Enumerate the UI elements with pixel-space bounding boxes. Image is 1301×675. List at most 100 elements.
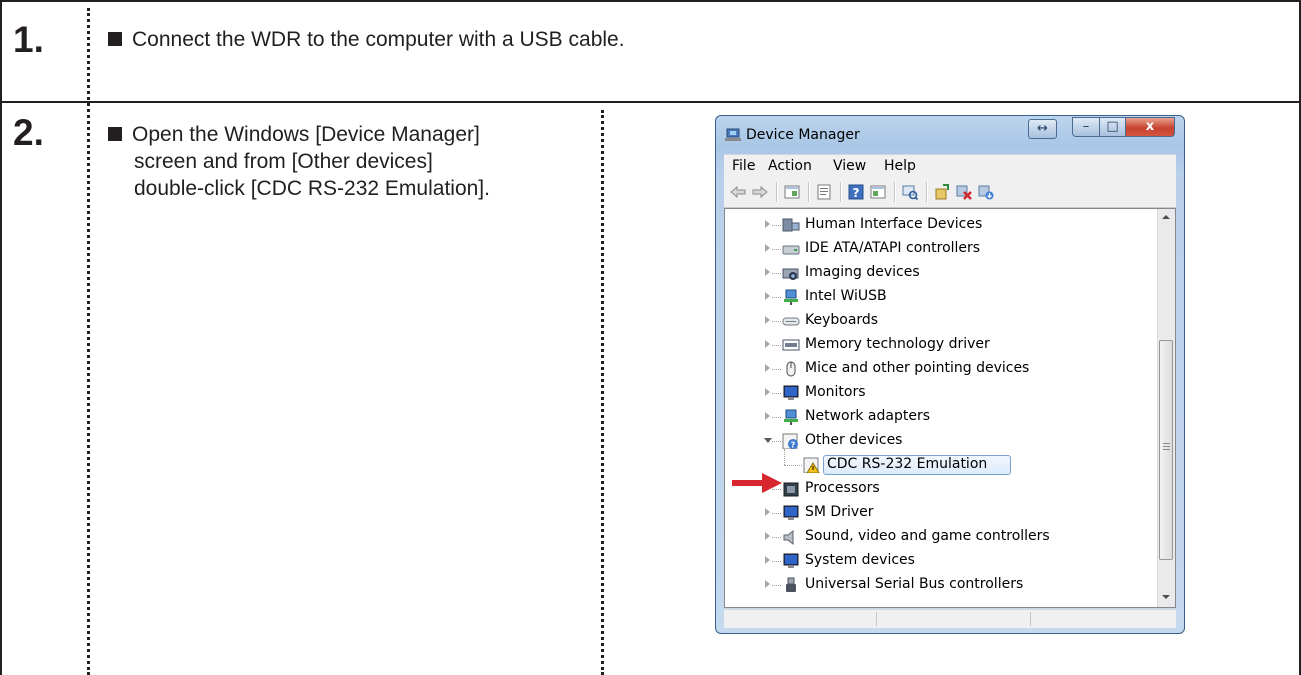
menu-action[interactable]: Action <box>768 158 812 174</box>
menu-help[interactable]: Help <box>884 158 916 174</box>
show-hide-tree-icon[interactable] <box>784 184 800 200</box>
scroll-thumb[interactable] <box>1159 340 1173 560</box>
network-icon <box>784 409 798 425</box>
tree-item-label: Network adapters <box>805 408 930 424</box>
tree-item-label: SM Driver <box>805 504 874 520</box>
tree-connector <box>772 393 781 394</box>
menu-view[interactable]: View <box>833 158 866 174</box>
scroll-down-icon[interactable] <box>1162 595 1170 599</box>
tree-item-label: System devices <box>805 552 915 568</box>
status-bar <box>724 609 1176 628</box>
monitor-icon <box>783 553 799 568</box>
tree-item-label: Human Interface Devices <box>805 216 983 232</box>
minimize-button[interactable]: – <box>1072 117 1100 137</box>
tree-item[interactable]: Network adapters <box>725 405 1145 429</box>
tree-item[interactable]: Mice and other pointing devices <box>725 357 1145 381</box>
tree-item[interactable]: Keyboards <box>725 309 1145 333</box>
unknown-device-icon: ? <box>782 433 798 449</box>
expand-icon[interactable] <box>765 220 770 228</box>
tree-item[interactable]: Sound, video and game controllers <box>725 525 1145 549</box>
tree-item[interactable]: Human Interface Devices <box>725 213 1145 237</box>
tree-item[interactable]: Memory technology driver <box>725 333 1145 357</box>
ide-icon <box>782 245 800 255</box>
tree-item-label: Monitors <box>805 384 866 400</box>
expand-icon[interactable] <box>765 388 770 396</box>
tree-connector <box>772 585 781 586</box>
expand-icon[interactable] <box>765 340 770 348</box>
tree-item-label: Other devices <box>805 432 903 448</box>
step-number-1: 1. <box>13 19 44 60</box>
expand-icon[interactable] <box>765 532 770 540</box>
tree-connector <box>772 297 781 298</box>
tree-item-label: Mice and other pointing devices <box>805 360 1030 376</box>
mouse-icon <box>786 361 796 377</box>
toolbar-separator <box>808 182 810 202</box>
tree-item[interactable]: ? Other devices <box>725 429 1145 453</box>
back-icon[interactable] <box>730 184 746 200</box>
expand-icon[interactable] <box>765 412 770 420</box>
tree-connector <box>772 321 781 322</box>
tree-item-label: Sound, video and game controllers <box>805 528 1050 544</box>
step-1-label: Connect the WDR to the computer with a U… <box>132 28 625 51</box>
tree-item-label: CDC RS-232 Emulation <box>827 456 988 472</box>
step-2-line-1: Open the Windows [Device Manager] <box>132 123 480 146</box>
tree-item[interactable]: Intel WiUSB <box>725 285 1145 309</box>
menu-bar: File Action View Help <box>724 154 1176 178</box>
toolbar-separator <box>776 182 778 202</box>
expand-icon[interactable] <box>765 268 770 276</box>
tree-item[interactable]: Processors <box>725 477 1145 501</box>
tree-item[interactable]: Monitors <box>725 381 1145 405</box>
tree-item[interactable]: System devices <box>725 549 1145 573</box>
expand-icon[interactable] <box>765 508 770 516</box>
tree-connector <box>772 537 781 538</box>
tree-connector <box>772 561 781 562</box>
close-button[interactable]: x <box>1125 117 1175 137</box>
tree-item[interactable]: IDE ATA/ATAPI controllers <box>725 237 1145 261</box>
collapse-icon[interactable] <box>764 438 772 443</box>
forward-icon[interactable] <box>752 184 768 200</box>
red-arrow-icon <box>732 473 782 493</box>
hid-icon <box>782 218 800 232</box>
tree-item[interactable]: Imaging devices <box>725 261 1145 285</box>
tree-item-label: Imaging devices <box>805 264 920 280</box>
step-2-line-2: screen and from [Other devices] <box>134 150 433 173</box>
maximize-button[interactable]: □ <box>1099 117 1126 137</box>
expand-icon[interactable] <box>765 364 770 372</box>
step-2-line-3: double-click [CDC RS-232 Emulation]. <box>134 177 490 200</box>
resize-button[interactable]: ↔ <box>1028 119 1057 139</box>
scan-hardware-icon[interactable] <box>902 184 918 200</box>
camera-icon <box>782 268 799 280</box>
expand-icon[interactable] <box>765 580 770 588</box>
help-icon[interactable]: ? <box>848 184 864 200</box>
monitor-icon <box>783 385 799 400</box>
tree-item-label: IDE ATA/ATAPI controllers <box>805 240 981 256</box>
bullet-icon <box>108 32 122 46</box>
enable-device-icon[interactable] <box>978 184 994 200</box>
bullet-icon <box>108 127 122 141</box>
expand-icon[interactable] <box>765 556 770 564</box>
tree-item[interactable]: SM Driver <box>725 501 1145 525</box>
expand-icon[interactable] <box>765 316 770 324</box>
menu-file[interactable]: File <box>732 158 755 174</box>
tree-item-label: Intel WiUSB <box>805 288 887 304</box>
uninstall-icon[interactable] <box>956 184 972 200</box>
vertical-scrollbar[interactable] <box>1157 209 1175 607</box>
tree-item-child[interactable]: CDC RS-232 Emulation <box>725 449 1145 477</box>
expand-icon[interactable] <box>765 244 770 252</box>
properties-icon[interactable] <box>816 184 832 200</box>
tree-connector <box>772 345 781 346</box>
scroll-up-icon[interactable] <box>1162 215 1170 219</box>
tree-item[interactable]: Universal Serial Bus controllers <box>725 573 1145 597</box>
keyboard-icon <box>782 317 800 326</box>
expand-icon[interactable] <box>765 292 770 300</box>
tree-item-label: Processors <box>805 480 880 496</box>
action-pane-icon[interactable] <box>870 184 886 200</box>
tree-connector <box>772 369 781 370</box>
speaker-icon <box>783 529 794 545</box>
status-divider <box>1030 612 1031 626</box>
usb-icon <box>786 577 796 592</box>
tree-connector <box>772 273 781 274</box>
toolbar: ? <box>724 177 1176 208</box>
update-driver-icon[interactable] <box>934 184 950 200</box>
text-column-divider <box>601 110 604 675</box>
